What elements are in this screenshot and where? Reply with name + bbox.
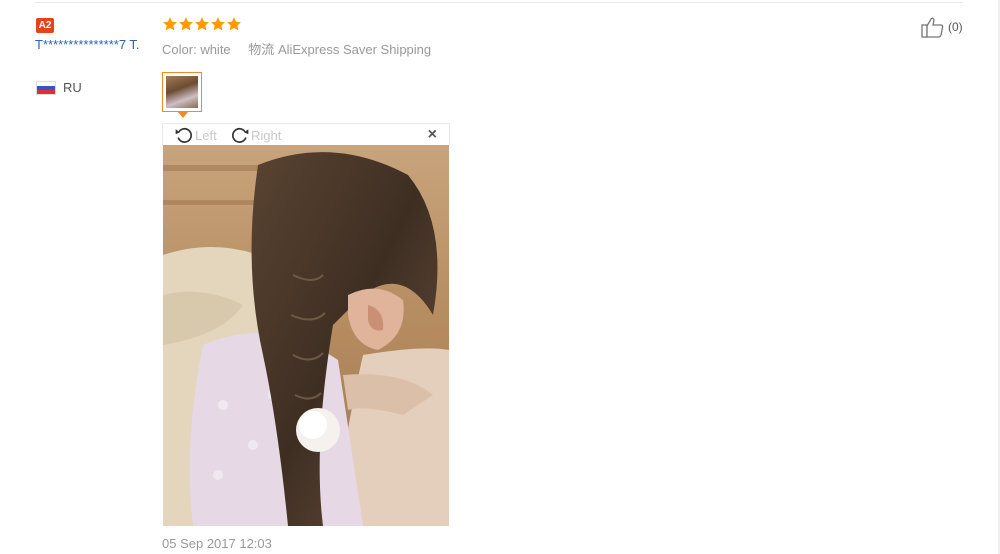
review-photo-thumbnail[interactable]	[162, 72, 202, 112]
russia-flag-icon	[36, 80, 56, 95]
star-icon	[227, 17, 241, 31]
like-count: (0)	[948, 20, 963, 34]
rotate-left-button[interactable]: Left	[173, 125, 217, 145]
country-code: RU	[63, 80, 82, 95]
rotate-right-button[interactable]: Right	[229, 125, 281, 145]
thumbnail-pointer	[178, 112, 188, 118]
star-icon	[179, 17, 193, 31]
thumbs-up-icon	[921, 17, 944, 38]
reviewer-country: RU	[36, 80, 82, 95]
top-divider	[35, 2, 963, 3]
color-value: white	[200, 42, 231, 57]
reviewer-level-badge: A2	[36, 18, 54, 33]
review-photo-enlarged	[163, 145, 449, 526]
shipping-value: AliExpress Saver Shipping	[277, 42, 432, 57]
rotate-right-icon	[232, 127, 249, 143]
review-date: 05 Sep 2017 12:03	[162, 536, 272, 551]
helpful-like-button[interactable]: (0)	[921, 16, 963, 38]
close-icon[interactable]: ×	[428, 126, 437, 144]
star-icon	[211, 17, 225, 31]
star-rating	[162, 16, 242, 32]
rotate-left-label: Left	[195, 127, 217, 143]
rotate-right-label: Right	[251, 127, 282, 143]
shipping-label: 物流	[248, 42, 275, 57]
color-label: Color:	[162, 42, 197, 57]
reviewer-name[interactable]: T***************7 T.	[35, 36, 163, 53]
image-viewer-toolbar: Left Right ×	[162, 123, 450, 145]
star-icon	[195, 17, 209, 31]
rotate-left-icon	[175, 127, 192, 143]
star-icon	[163, 17, 177, 31]
review-meta: Color: white 物流 AliExpress Saver Shippin…	[162, 39, 431, 58]
